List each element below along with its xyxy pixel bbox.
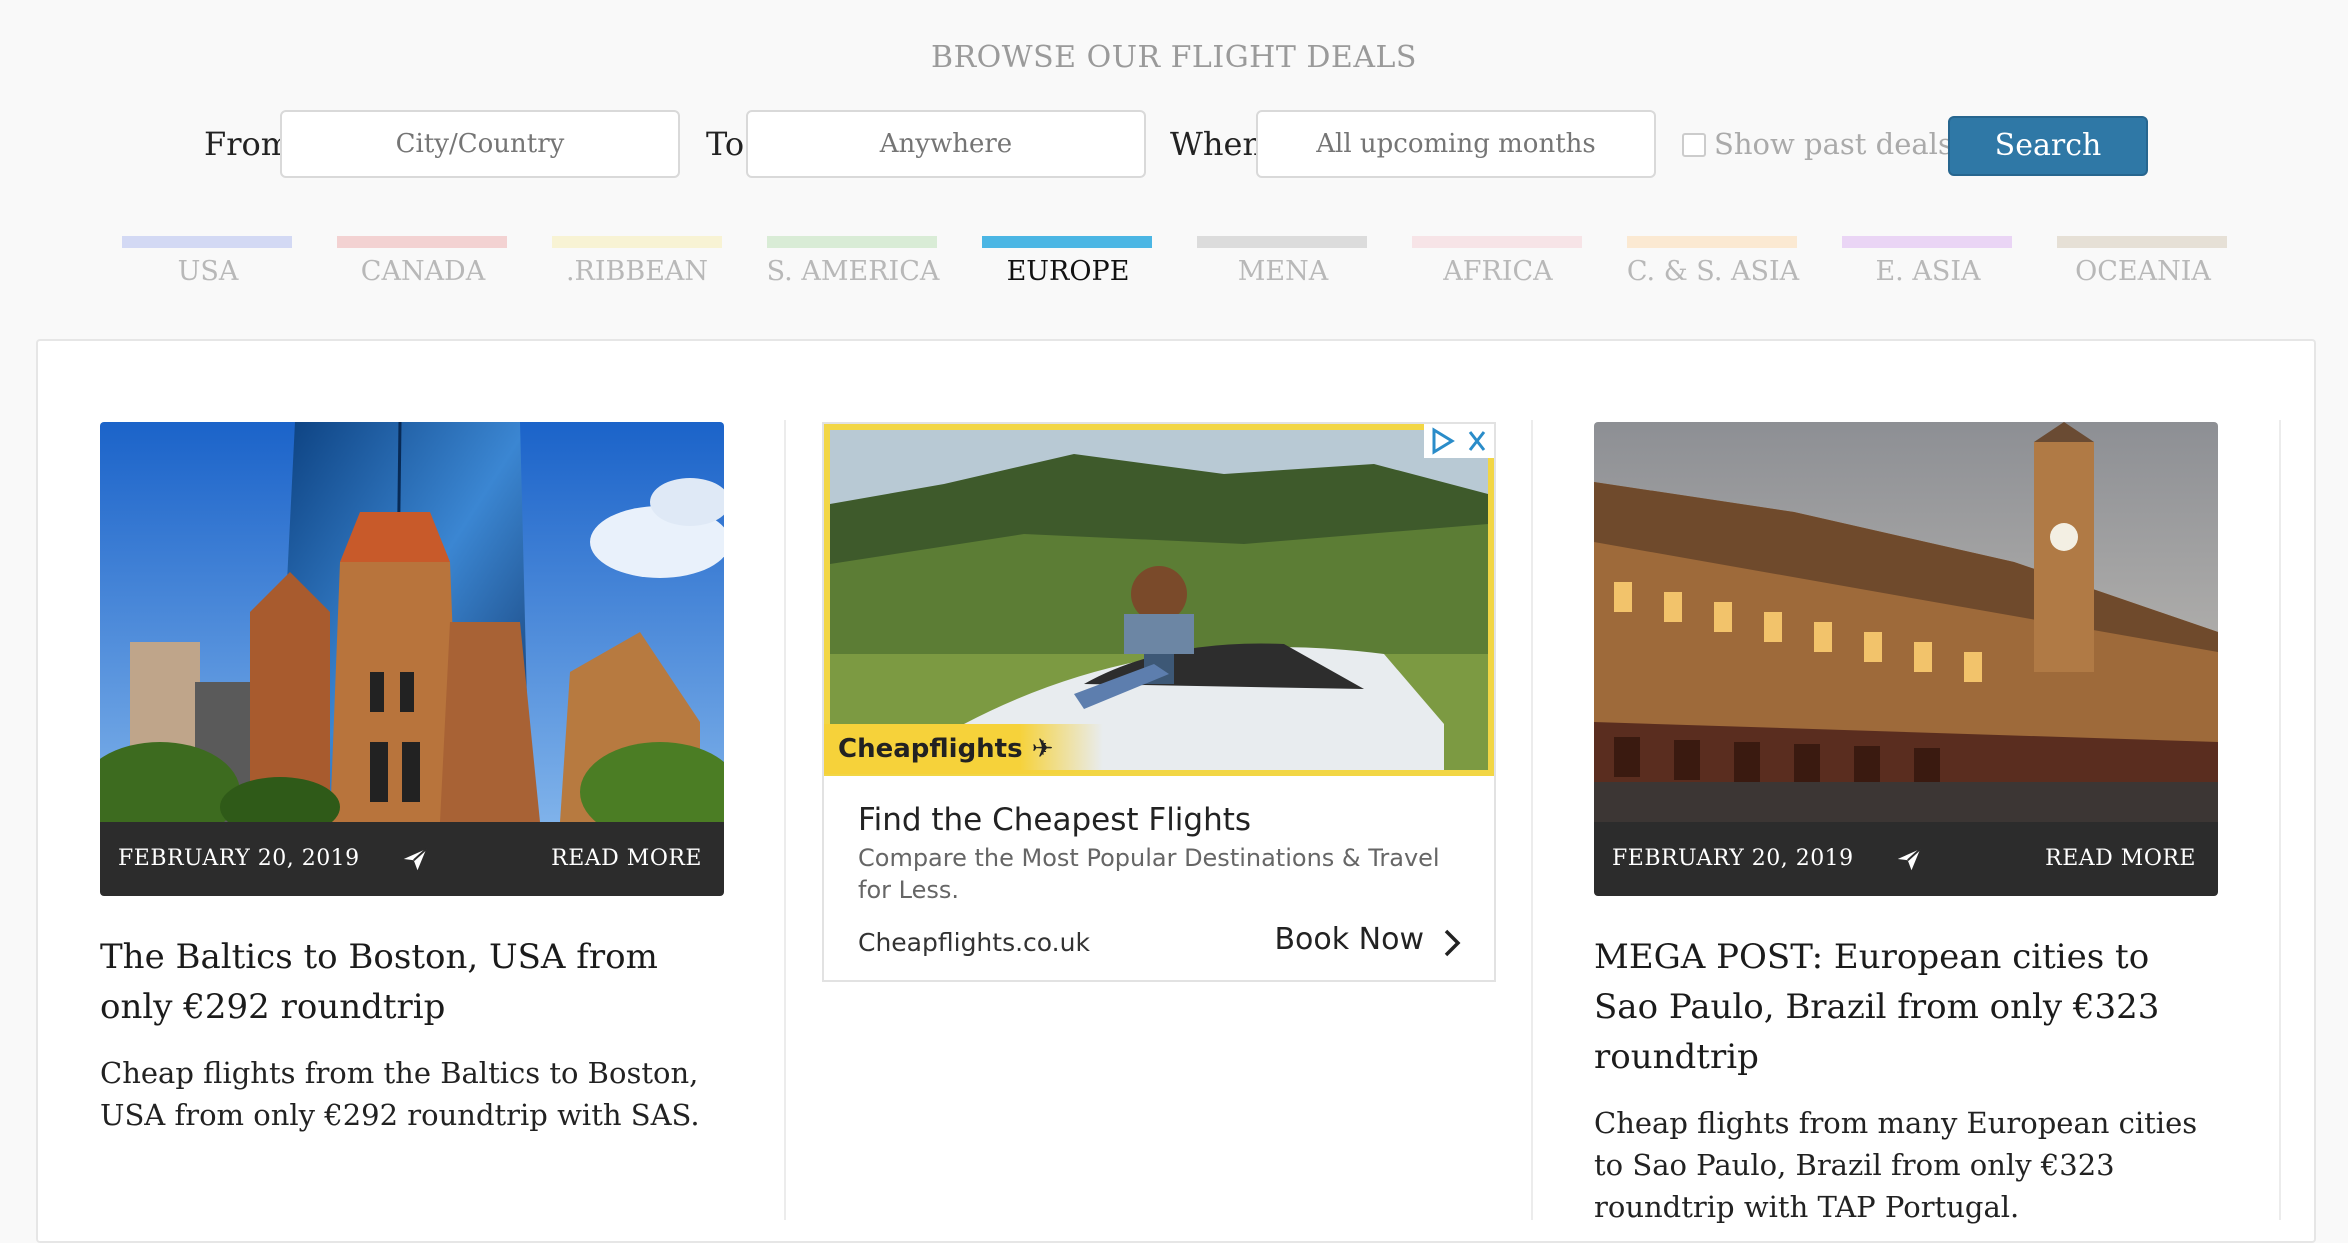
tab-label: AFRICA (1443, 256, 1553, 287)
tab-indicator (1627, 236, 1797, 248)
tab-indicator (1197, 236, 1367, 248)
tab-usa[interactable]: USA (122, 236, 294, 296)
tab-indicator (552, 236, 722, 248)
ad-description: Compare the Most Popular Destinations & … (858, 844, 1440, 904)
tab-central-south-asia[interactable]: C. & S. ASIA (1627, 236, 1799, 296)
tab-label: C. & S. ASIA (1626, 256, 1800, 287)
read-more-link[interactable]: READ MORE (551, 822, 702, 896)
from-input[interactable] (280, 110, 680, 178)
ad-brand-text: Cheapflights (838, 734, 1023, 764)
tab-label: EUROPE (1006, 256, 1130, 287)
tab-indicator (337, 236, 507, 248)
chevron-right-icon[interactable] (1440, 928, 1464, 958)
show-past-deals-checkbox[interactable] (1682, 133, 1706, 157)
post-description: Cheap flights from many European cities … (1594, 1106, 2198, 1224)
tab-label: S. AMERICA (766, 256, 940, 287)
deal-card: FEBRUARY 20, 2019 READ MORE MEGA POST: E… (1594, 422, 2220, 1228)
ad-book-now-button[interactable]: Book Now (1274, 922, 1424, 957)
to-input[interactable] (746, 110, 1146, 178)
tab-east-asia[interactable]: E. ASIA (1842, 236, 2014, 296)
ad-url[interactable]: Cheapflights.co.uk (858, 928, 1090, 957)
deal-image-sao-paulo[interactable] (1594, 422, 2218, 822)
paper-plane-icon[interactable] (400, 844, 430, 874)
tab-label: USA (177, 256, 239, 287)
post-title[interactable]: The Baltics to Boston, USA from only €29… (100, 932, 726, 1032)
tab-canada[interactable]: CANADA (337, 236, 509, 296)
when-label: When (1170, 125, 1264, 163)
post-date: FEBRUARY 20, 2019 (1612, 846, 1854, 871)
tab-label: OCEANIA (2075, 256, 2211, 287)
ad-brand-logo: Cheapflights ✈ (824, 724, 1104, 774)
tab-indicator (2057, 236, 2227, 248)
column-divider (784, 420, 786, 1220)
deal-meta-bar: FEBRUARY 20, 2019 READ MORE (1594, 822, 2218, 896)
post-title[interactable]: MEGA POST: European cities to Sao Paulo,… (1594, 932, 2220, 1082)
tab-europe[interactable]: EUROPE (982, 236, 1154, 296)
column-divider (2279, 420, 2281, 1220)
paper-plane-icon[interactable] (1894, 844, 1924, 874)
tab-africa[interactable]: AFRICA (1412, 236, 1584, 296)
tab-label: CANADA (360, 256, 486, 287)
search-bar: From To When Show past deals Search (0, 110, 2348, 178)
tab-indicator (122, 236, 292, 248)
tab-mena[interactable]: MENA (1197, 236, 1369, 296)
tab-label: .RIBBEAN (565, 256, 709, 287)
read-more-link[interactable]: READ MORE (2045, 822, 2196, 896)
region-tabs: USA CANADA .RIBBEAN S. AMERICA EUROPE ME… (120, 236, 2230, 296)
page-heading: BROWSE OUR FLIGHT DEALS (931, 40, 1417, 75)
ad-image[interactable]: Cheapflights ✈ (824, 424, 1494, 776)
show-past-deals-label[interactable]: Show past deals (1714, 110, 1953, 178)
ad-title[interactable]: Find the Cheapest Flights (858, 802, 1251, 838)
tab-indicator (1842, 236, 2012, 248)
post-date: FEBRUARY 20, 2019 (118, 846, 360, 871)
from-label: From (204, 125, 292, 163)
post-description: Cheap flights from the Baltics to Boston… (100, 1056, 700, 1132)
tab-indicator (767, 236, 937, 248)
deal-meta-bar: FEBRUARY 20, 2019 READ MORE (100, 822, 724, 896)
tab-label: MENA (1237, 256, 1329, 287)
advertisement[interactable]: Cheapflights ✈ Find the Cheapest Flights… (822, 422, 1496, 982)
ad-choices-icon[interactable] (1424, 424, 1494, 458)
tab-indicator (982, 236, 1152, 248)
tab-label: E. ASIA (1875, 256, 1981, 287)
tab-oceania[interactable]: OCEANIA (2057, 236, 2229, 296)
when-select[interactable] (1256, 110, 1656, 178)
column-divider (1531, 420, 1533, 1220)
deal-card: FEBRUARY 20, 2019 READ MORE The Baltics … (100, 422, 726, 1136)
deal-image-boston[interactable] (100, 422, 724, 822)
tab-caribbean[interactable]: .RIBBEAN (552, 236, 724, 296)
tab-south-america[interactable]: S. AMERICA (767, 236, 939, 296)
tab-indicator (1412, 236, 1582, 248)
search-button[interactable]: Search (1948, 116, 2148, 176)
to-label: To (706, 125, 745, 163)
